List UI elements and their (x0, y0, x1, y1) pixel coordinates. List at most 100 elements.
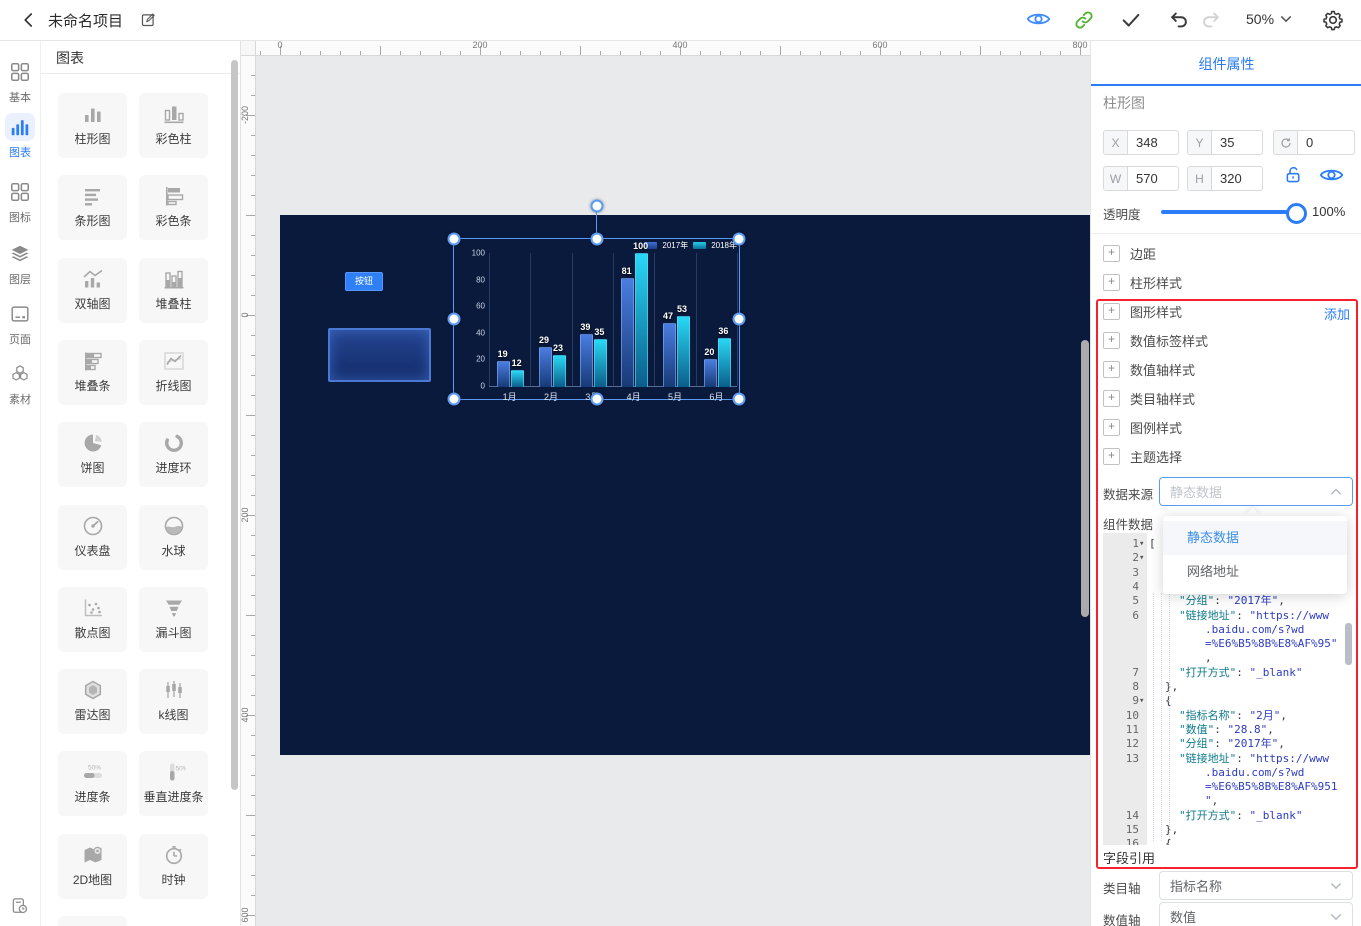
chart-type-card-progress-bar[interactable]: 50% 进度条 (58, 751, 127, 817)
canvas-scrollbar[interactable] (1081, 340, 1089, 617)
undo-icon[interactable] (1168, 9, 1190, 31)
design-page[interactable]: 按钮 2017年 2018年 0 20 40 60 80 100 19 12 1月 29 23 2月 3… (280, 199, 1090, 755)
dropdown-option-static[interactable]: 静态数据 (1163, 521, 1347, 555)
ruler-tick (920, 51, 921, 55)
chart-type-card-clock[interactable]: 时钟 (139, 833, 208, 899)
section-row-类目轴样式[interactable]: + 类目轴样式 (1103, 389, 1195, 408)
opacity-slider-knob[interactable] (1286, 203, 1307, 224)
w-field-value[interactable]: 570 (1128, 167, 1178, 190)
rotate-field-value[interactable]: 0 (1298, 131, 1354, 154)
section-row-图例样式[interactable]: + 图例样式 (1103, 418, 1182, 437)
chart-type-card-partial[interactable] (58, 916, 127, 926)
sidebar-item-1[interactable]: 基本 (0, 58, 40, 105)
section-row-主题选择[interactable]: + 主题选择 (1103, 447, 1182, 466)
resize-handle[interactable] (732, 312, 746, 326)
rotate-handle[interactable] (590, 199, 604, 213)
chart-type-card-liquid-ball[interactable]: 水球 (139, 504, 208, 570)
editor-scrollbar[interactable] (1345, 623, 1352, 665)
sidebar-item-3[interactable]: 图标 (0, 178, 40, 225)
chart-type-card-bar-chart-h[interactable]: 条形图 (58, 175, 127, 241)
resize-handle[interactable] (732, 232, 746, 246)
canvas-rectangle-widget[interactable] (328, 328, 431, 382)
data-source-select[interactable]: 静态数据 (1159, 477, 1353, 506)
zoom-select[interactable]: 50% (1246, 11, 1292, 27)
line-chart-icon (139, 348, 208, 374)
category-axis-select[interactable]: 指标名称 (1159, 871, 1353, 900)
edit-title-icon[interactable] (140, 11, 157, 28)
x-field[interactable]: X 348 (1103, 130, 1179, 155)
chart-type-card-kline-chart[interactable]: k线图 (139, 669, 208, 735)
dropdown-option-network[interactable]: 网络地址 (1163, 555, 1347, 589)
resize-handle[interactable] (590, 232, 603, 246)
resize-handle[interactable] (590, 392, 603, 406)
chart-type-card-color-bar[interactable]: 彩色条 (139, 175, 208, 241)
rotate-field[interactable]: 0 (1273, 130, 1355, 155)
preview-eye-icon[interactable] (1026, 9, 1051, 29)
section-label: 类目轴样式 (1130, 392, 1196, 407)
apply-check-icon[interactable] (1120, 9, 1142, 31)
sidebar-item-5[interactable]: 页面 (0, 300, 40, 347)
expand-plus-icon[interactable]: + (1103, 361, 1120, 378)
history-icon[interactable] (0, 892, 40, 922)
x-axis-label: 2月 (543, 392, 559, 402)
chart-type-card-progress-bar-v[interactable]: 50% 垂直进度条 (139, 751, 208, 817)
chart-type-card-column-chart[interactable]: 柱形图 (58, 93, 127, 158)
y-field-value[interactable]: 35 (1212, 131, 1262, 154)
section-row-数值轴样式[interactable]: + 数值轴样式 (1103, 360, 1195, 379)
redo-icon[interactable] (1200, 9, 1222, 31)
section-row-数值标签样式[interactable]: + 数值标签样式 (1103, 331, 1208, 350)
ruler-tick (251, 155, 255, 156)
section-row-柱形样式[interactable]: + 柱形样式 (1103, 273, 1182, 292)
sidebar-item-6[interactable]: 素材 (0, 360, 40, 407)
link-icon[interactable] (1073, 9, 1095, 31)
chart-type-card-progress-ring[interactable]: 进度环 (139, 422, 208, 488)
resize-handle[interactable] (732, 392, 746, 406)
value-axis-select[interactable]: 数值 (1159, 902, 1353, 926)
settings-gear-icon[interactable] (1322, 9, 1344, 31)
resize-handle[interactable] (447, 312, 461, 326)
svg-text:50%: 50% (88, 765, 101, 772)
opacity-slider-track[interactable] (1161, 210, 1304, 214)
properties-tab[interactable]: 组件属性 (1199, 54, 1255, 74)
add-graphic-style-link[interactable]: 添加 (1324, 304, 1350, 323)
expand-plus-icon[interactable]: + (1103, 303, 1120, 320)
chart-type-card-gauge[interactable]: 仪表盘 (58, 504, 127, 570)
expand-plus-icon[interactable]: + (1103, 245, 1120, 262)
back-icon[interactable] (20, 9, 38, 31)
chart-type-card-scatter-chart[interactable]: 散点图 (58, 586, 127, 652)
chart-type-card-pie-chart[interactable]: 饼图 (58, 422, 127, 488)
chart-type-card-radar-chart[interactable]: 雷达图 (58, 669, 127, 735)
h-field-value[interactable]: 320 (1212, 167, 1262, 190)
chart-type-card-color-column[interactable]: 彩色柱 (139, 93, 208, 158)
resize-handle[interactable] (447, 392, 461, 406)
unlock-icon[interactable] (1283, 164, 1304, 191)
canvas-button-widget[interactable]: 按钮 (345, 272, 383, 291)
sidebar-item-4[interactable]: 图层 (0, 240, 40, 287)
chart-type-card-funnel-chart[interactable]: 漏斗图 (139, 586, 208, 652)
expand-plus-icon[interactable]: + (1103, 274, 1120, 291)
chart-type-card-line-chart[interactable]: 折线图 (139, 339, 208, 405)
panel-scrollbar[interactable] (231, 60, 238, 790)
y-field[interactable]: Y 35 (1187, 130, 1263, 155)
resize-handle[interactable] (447, 232, 461, 246)
fold-arrow-icon[interactable]: ▾ (1139, 551, 1144, 565)
fold-arrow-icon[interactable]: ▾ (1139, 694, 1144, 708)
selected-bar-chart[interactable]: 2017年 2018年 0 20 40 60 80 100 19 12 1月 29 23 2月 39 35… (447, 199, 746, 406)
chart-type-card-stacked-column[interactable]: 堆叠柱 (139, 257, 208, 323)
chart-type-card-stacked-bar[interactable]: 堆叠条 (58, 339, 127, 405)
chart-gridline (530, 253, 532, 386)
section-row-边距[interactable]: + 边距 (1103, 244, 1156, 263)
expand-plus-icon[interactable]: + (1103, 419, 1120, 436)
expand-plus-icon[interactable]: + (1103, 448, 1120, 465)
fold-arrow-icon[interactable]: ▾ (1139, 537, 1144, 551)
visibility-eye-icon[interactable] (1319, 166, 1344, 189)
section-row-图形样式[interactable]: + 图形样式 (1103, 302, 1182, 321)
x-field-value[interactable]: 348 (1128, 131, 1178, 154)
sidebar-item-2[interactable]: 图表 (0, 113, 40, 160)
expand-plus-icon[interactable]: + (1103, 332, 1120, 349)
chart-type-card-dual-axis[interactable]: 双轴图 (58, 257, 127, 323)
chart-type-card-map-2d[interactable]: 2D地图 (58, 833, 127, 899)
w-field[interactable]: W 570 (1103, 166, 1179, 191)
expand-plus-icon[interactable]: + (1103, 390, 1120, 407)
h-field[interactable]: H 320 (1187, 166, 1263, 191)
